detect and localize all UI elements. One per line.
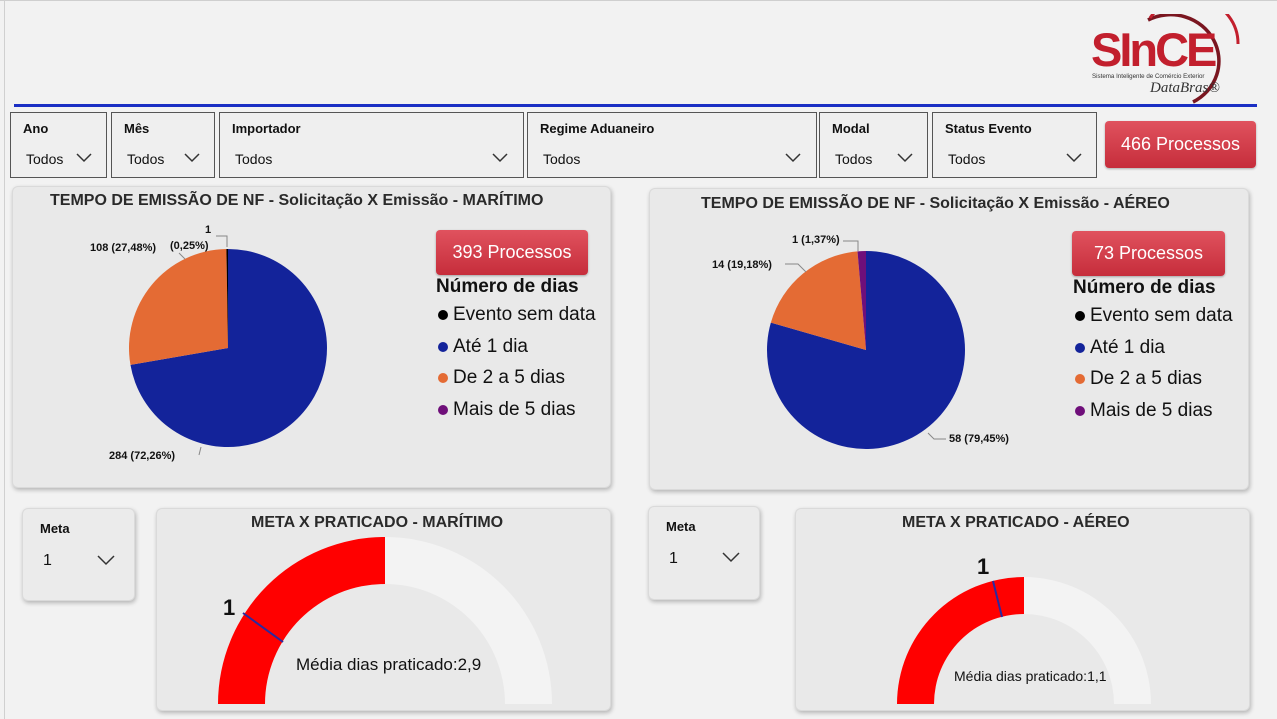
legend-item: De 2 a 5 dias [1075, 368, 1202, 390]
chevron-down-icon[interactable] [76, 151, 92, 163]
filter-label: Ano [23, 121, 49, 136]
filter-label: Mês [124, 121, 150, 136]
chevron-down-icon[interactable] [785, 151, 801, 163]
data-label: 58 (79,45%) [949, 433, 1009, 445]
filter-label: Status Evento [945, 121, 1032, 136]
legend-item: De 2 a 5 dias [438, 367, 565, 389]
filter-value: Todos [26, 151, 64, 167]
legend-label: Até 1 dia [1090, 337, 1165, 358]
data-label: 1 (1,37%) [792, 234, 840, 246]
legend-label: Evento sem data [453, 304, 596, 325]
filter-label: Modal [832, 121, 870, 136]
legend-label: De 2 a 5 dias [1090, 368, 1202, 389]
filter-label: Regime Aduaneiro [540, 121, 655, 136]
legend-dot [438, 342, 448, 352]
legend-item: Evento sem data [1075, 305, 1233, 327]
legend-dot [1075, 311, 1085, 321]
legend-label: Mais de 5 dias [453, 399, 576, 420]
filter-value: Todos [835, 151, 873, 167]
leader-line [927, 432, 946, 440]
legend-title: Número de dias [1073, 277, 1216, 298]
pie-slice[interactable] [129, 249, 228, 365]
chevron-down-icon[interactable] [184, 151, 200, 163]
filter-value: Todos [127, 151, 165, 167]
filter-value: Todos [235, 151, 273, 167]
legend-item: Até 1 dia [1075, 337, 1165, 359]
aereo-processos-button[interactable]: 73 Processos [1072, 231, 1225, 276]
logo-partner: DataBras® [1150, 80, 1220, 96]
data-label: (0,25%) [170, 240, 209, 252]
data-label: 1 [205, 224, 212, 236]
filter-ano[interactable]: Ano Todos [10, 112, 107, 178]
chevron-down-icon[interactable] [97, 554, 115, 566]
chevron-down-icon[interactable] [722, 551, 740, 563]
legend-item: Mais de 5 dias [438, 399, 576, 421]
maritimo-gauge-panel: META X PRATICADO - MARÍTIMO 1 Média dias… [156, 508, 611, 711]
gauge-target-label: 1 [223, 595, 236, 620]
gauge-average-text: Média dias praticado:1,1 [954, 668, 1107, 684]
filter-mes[interactable]: Mês Todos [111, 112, 215, 178]
maritimo-processos-button[interactable]: 393 Processos [436, 230, 588, 275]
left-border [4, 0, 5, 719]
legend-label: De 2 a 5 dias [453, 367, 565, 388]
legend-label: Mais de 5 dias [1090, 400, 1213, 421]
legend-item: Mais de 5 dias [1075, 400, 1213, 422]
data-label: 14 (19,18%) [712, 259, 772, 271]
legend-label: Evento sem data [1090, 305, 1233, 326]
meta-slicer-aereo[interactable]: Meta 1 [648, 506, 760, 600]
logo-subtitle: Sistema Inteligente de Comércio Exterior [1092, 73, 1205, 80]
aereo-pie-panel: TEMPO DE EMISSÃO DE NF - Solicitação X E… [649, 188, 1249, 490]
leader-line [216, 235, 228, 247]
legend-item: Evento sem data [438, 304, 596, 326]
filter-modal[interactable]: Modal Todos [819, 112, 928, 178]
top-border [0, 0, 1277, 1]
legend-dot [438, 405, 448, 415]
legend-dot [438, 310, 448, 320]
leader-line [843, 240, 859, 251]
legend-item: Até 1 dia [438, 336, 528, 358]
data-label: 108 (27,48%) [90, 242, 157, 254]
gauge-average-text: Média dias praticado:2,9 [296, 655, 482, 674]
filter-value: Todos [543, 151, 581, 167]
total-processos-button[interactable]: 466 Processos [1105, 121, 1256, 168]
meta-label: Meta [666, 519, 696, 534]
legend-label: Até 1 dia [453, 336, 528, 357]
legend-dot [1075, 343, 1085, 353]
filter-importador[interactable]: Importador Todos [219, 112, 524, 178]
header-divider [14, 104, 1257, 107]
aereo-gauge-panel: META X PRATICADO - AÉREO 1 Média dias pr… [795, 508, 1250, 711]
filter-status-evento[interactable]: Status Evento Todos [932, 112, 1097, 178]
filter-label: Importador [232, 121, 301, 136]
filter-value: Todos [948, 151, 986, 167]
meta-slicer-maritimo[interactable]: Meta 1 [22, 508, 135, 601]
legend-title: Número de dias [436, 276, 579, 297]
chevron-down-icon[interactable] [897, 151, 913, 163]
chevron-down-icon[interactable] [492, 151, 508, 163]
chevron-down-icon[interactable] [1066, 151, 1082, 163]
meta-value: 1 [669, 550, 678, 567]
maritimo-pie-panel: TEMPO DE EMISSÃO DE NF - Solicitação X E… [12, 186, 611, 488]
legend-dot [438, 373, 448, 383]
legend-dot [1075, 406, 1085, 416]
leader-line [785, 263, 807, 273]
filter-regime-aduaneiro[interactable]: Regime Aduaneiro Todos [527, 112, 817, 178]
meta-value: 1 [43, 552, 52, 569]
data-label: 284 (72,26%) [109, 450, 176, 462]
leader-line [198, 446, 202, 456]
leader-line [178, 252, 186, 260]
logo-brand: SInCE [1091, 23, 1217, 76]
legend-dot [1075, 374, 1085, 384]
meta-label: Meta [40, 521, 70, 536]
gauge-target-label: 1 [977, 554, 990, 579]
